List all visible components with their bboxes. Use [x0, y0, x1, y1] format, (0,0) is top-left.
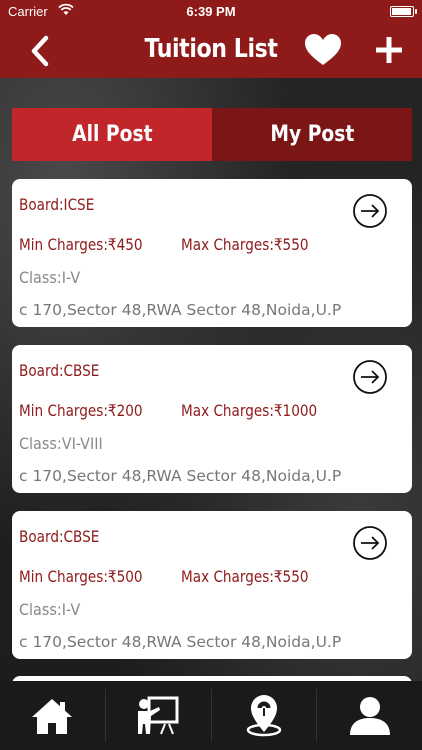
address: c 170,Sector 48,RWA Sector 48,Noida,U.P	[19, 301, 342, 319]
tab-my-post[interactable]: My Post	[212, 108, 412, 161]
class-range: Class:I-V	[19, 600, 81, 619]
min-charges: Min Charges:₹200	[19, 401, 143, 420]
address: c 170,Sector 48,RWA Sector 48,Noida,U.P	[19, 467, 342, 485]
location-tab[interactable]	[212, 681, 317, 750]
tab-all-post[interactable]: All Post	[12, 108, 212, 161]
status-time: 6:39 PM	[186, 4, 236, 19]
map-pin-icon	[246, 694, 282, 736]
arrow-right-circle-icon	[353, 194, 387, 228]
tab-my-post-label: My Post	[270, 122, 354, 147]
board-label: Board:CBSE	[19, 361, 100, 380]
class-range: Class:VI-VIII	[19, 434, 103, 453]
tutor-tab[interactable]	[106, 681, 211, 750]
teacher-board-icon	[138, 696, 179, 734]
max-charges: Max Charges:₹1000	[181, 401, 318, 420]
user-profile-icon	[349, 696, 390, 735]
battery-icon	[390, 6, 417, 17]
min-charges: Min Charges:₹450	[19, 235, 143, 254]
arrow-right-circle-icon	[353, 360, 387, 394]
max-charges: Max Charges:₹550	[181, 235, 309, 254]
plus-icon	[376, 37, 402, 63]
open-detail-button[interactable]	[352, 193, 388, 229]
min-charges: Min Charges:₹500	[19, 567, 143, 586]
status-bar: Carrier 6:39 PM	[0, 0, 422, 24]
post-filter-tabs: All Post My Post	[12, 108, 412, 161]
favorites-button[interactable]	[303, 32, 343, 68]
tuition-card[interactable]: Board:CBSE Min Charges:₹200 Max Charges:…	[12, 345, 412, 493]
home-tab[interactable]	[0, 681, 105, 750]
arrow-right-circle-icon	[353, 526, 387, 560]
max-charges: Max Charges:₹550	[181, 567, 309, 586]
bottom-tab-bar	[0, 681, 422, 750]
board-label: Board:ICSE	[19, 195, 95, 214]
open-detail-button[interactable]	[352, 525, 388, 561]
tuition-card[interactable]: Board:ICSE Min Charges:₹450 Max Charges:…	[12, 179, 412, 327]
board-label: Board:CBSE	[19, 527, 100, 546]
heart-icon	[305, 34, 341, 65]
tuition-card[interactable]: Board:CBSE Min Charges:₹500 Max Charges:…	[12, 511, 412, 659]
home-icon	[32, 698, 73, 734]
class-range: Class:I-V	[19, 268, 81, 287]
tab-all-post-label: All Post	[71, 122, 153, 147]
open-detail-button[interactable]	[352, 359, 388, 395]
battery-level	[392, 8, 411, 15]
profile-tab[interactable]	[317, 681, 422, 750]
address: c 170,Sector 48,RWA Sector 48,Noida,U.P	[19, 633, 342, 651]
add-button[interactable]	[372, 32, 406, 68]
navigation-bar: Tuition List	[0, 24, 422, 78]
